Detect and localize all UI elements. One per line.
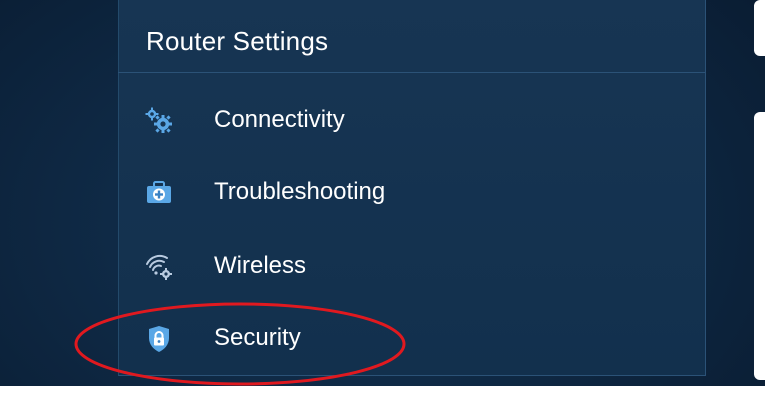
sidebar-item-label: Wireless (214, 252, 307, 279)
sidebar-item-label: Connectivity (214, 106, 345, 133)
wifi-gear-icon (144, 252, 172, 280)
page-footer-strip (0, 386, 765, 406)
gears-icon (144, 106, 172, 134)
medical-kit-icon (144, 178, 172, 206)
content-card-main (754, 112, 765, 380)
sidebar-item-troubleshooting[interactable]: Troubleshooting (118, 162, 706, 222)
sidebar-item-label: Security (214, 324, 301, 351)
sidebar-item-wireless[interactable]: Wireless (118, 236, 706, 296)
shield-lock-icon (144, 324, 172, 352)
title-divider (118, 72, 706, 73)
content-card-top (754, 0, 765, 56)
sidebar-item-connectivity[interactable]: Connectivity (118, 90, 706, 150)
sidebar-item-label: Troubleshooting (214, 178, 386, 205)
panel-title: Router Settings (146, 26, 329, 56)
sidebar-item-security[interactable]: Security (118, 308, 706, 368)
